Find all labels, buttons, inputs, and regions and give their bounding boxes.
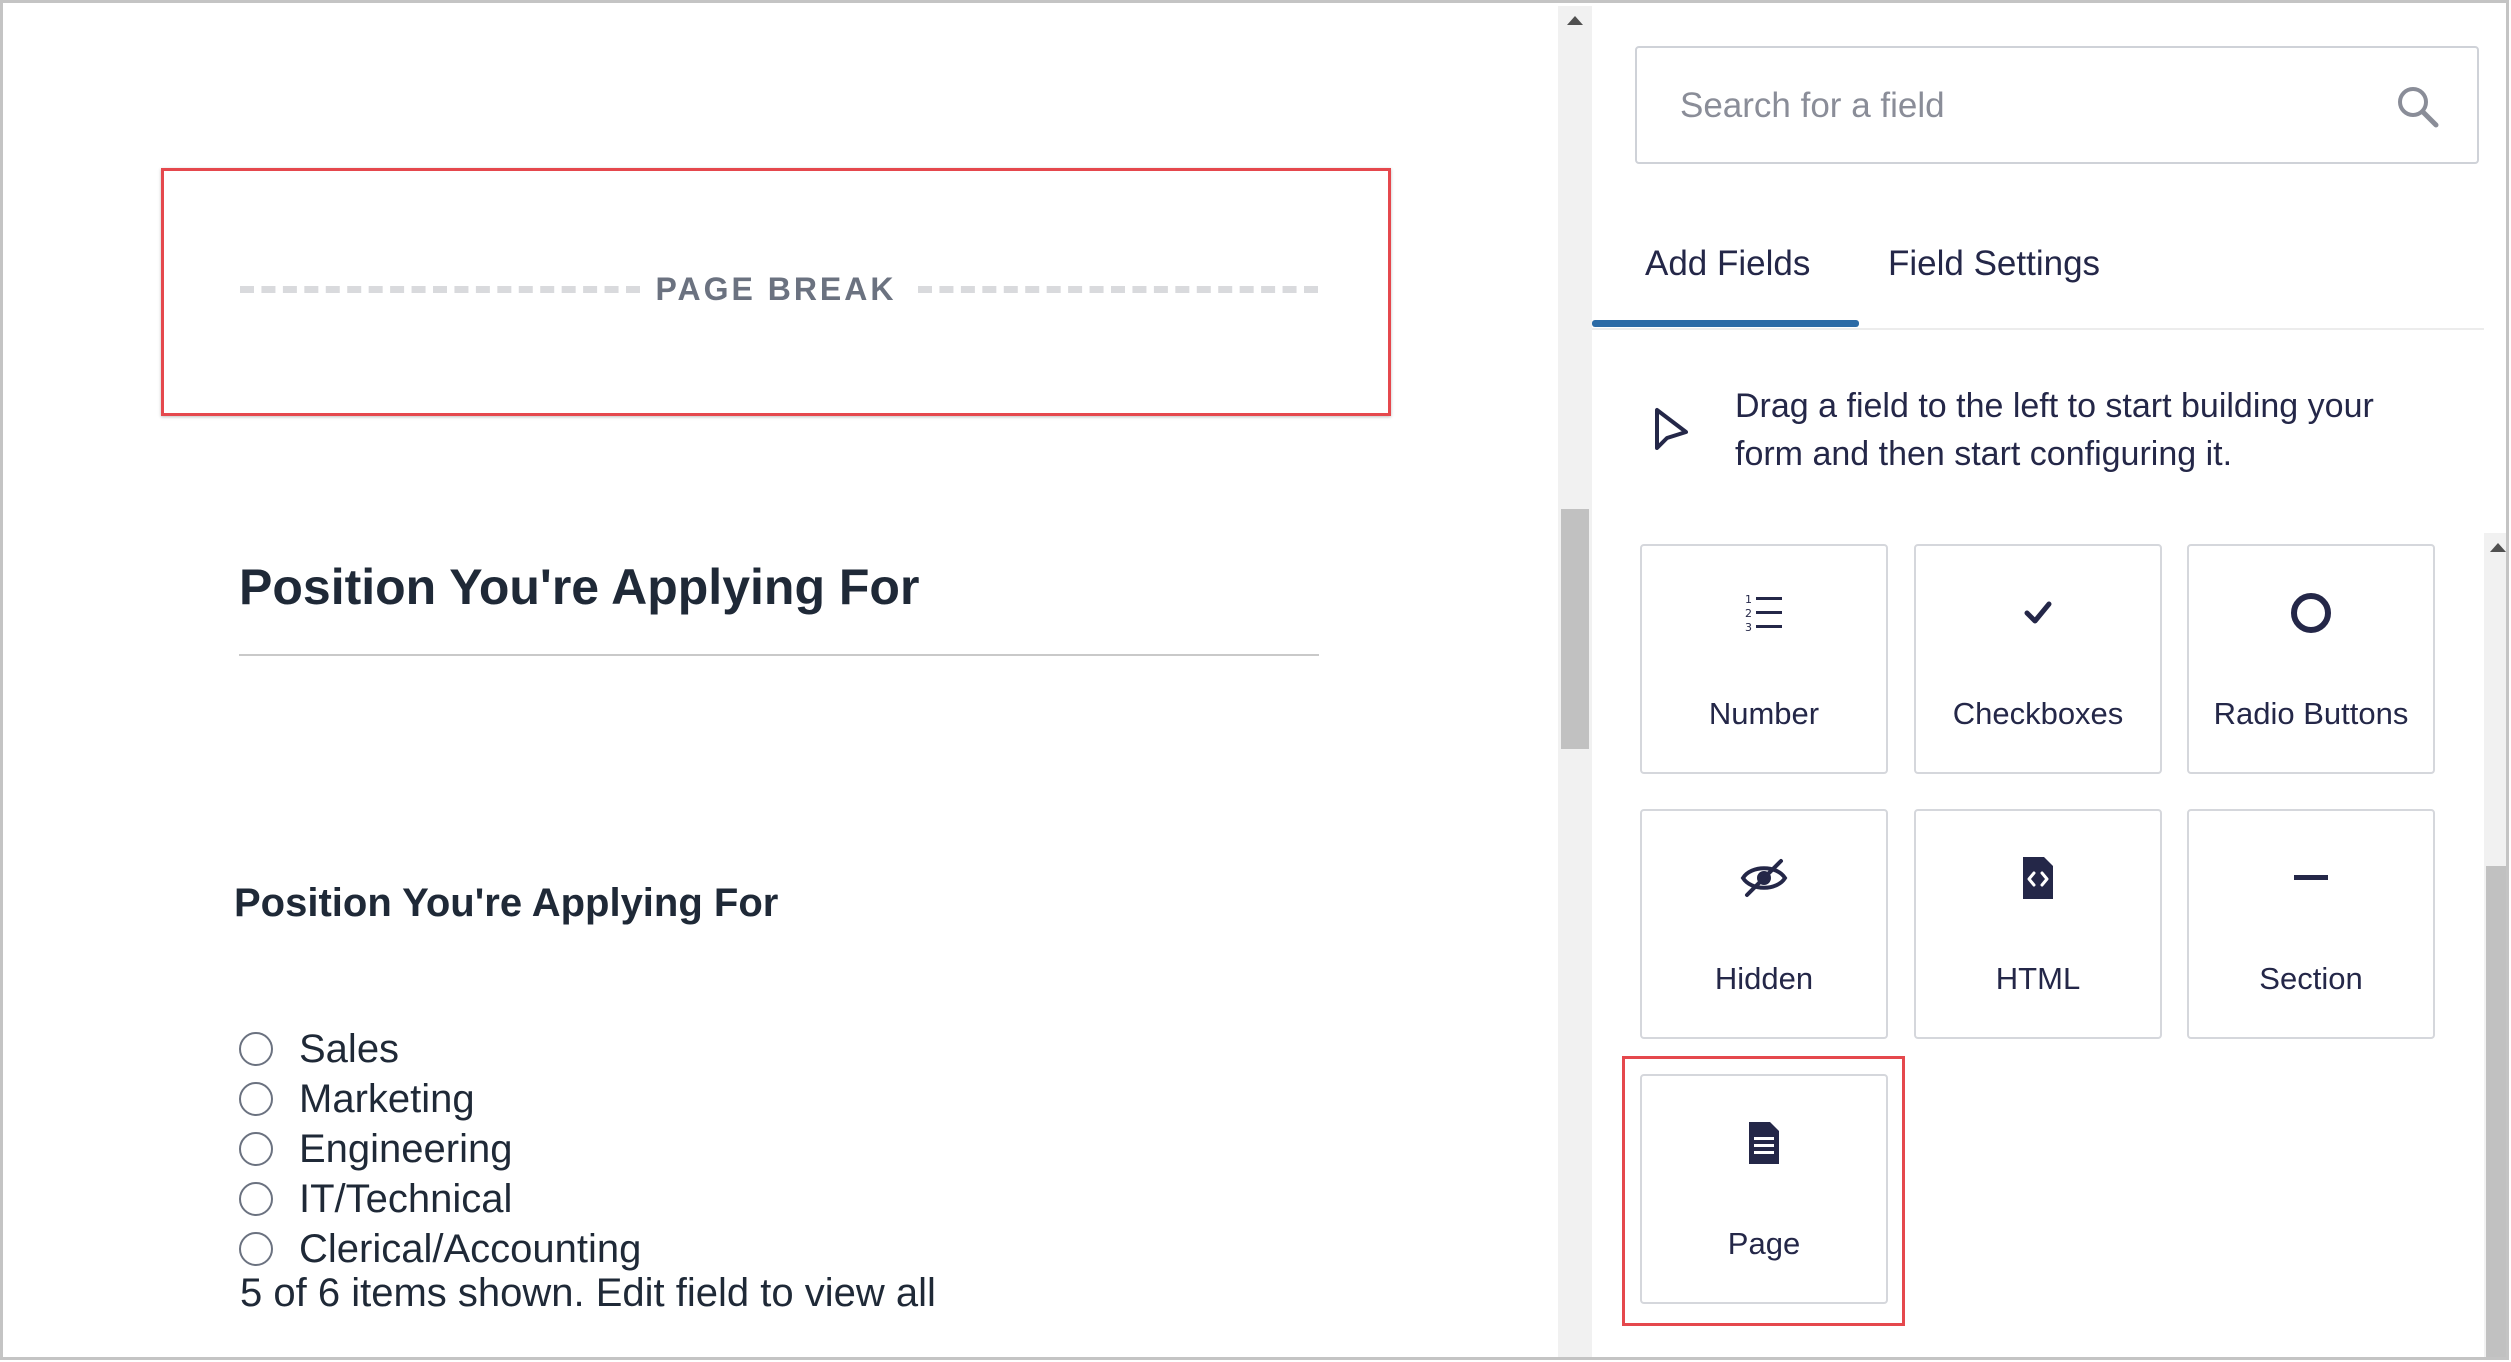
tab-field-settings[interactable]: Field Settings [1888,244,2100,284]
tile-label: Hidden [1714,961,1814,996]
field-tile-hidden[interactable]: Hidden [1640,809,1888,1039]
choice-item[interactable]: Clerical/Accounting [239,1224,641,1274]
radio-button[interactable] [239,1132,273,1166]
items-shown-note: 5 of 6 items shown. Edit field to view a… [240,1271,936,1315]
radio-button[interactable] [239,1182,273,1216]
radio-button[interactable] [239,1232,273,1266]
form-canvas: PAGE BREAK Position You're Applying For … [6,6,1558,1357]
tile-label: Section [2259,961,2363,996]
section-title[interactable]: Position You're Applying For [239,558,919,616]
choice-item[interactable]: Marketing [239,1074,641,1124]
field-tile-checkboxes[interactable]: Checkboxes [1914,544,2162,774]
field-tile-section[interactable]: Section [2187,809,2435,1039]
tile-label: Checkboxes [1952,696,2124,731]
field-tile-radio-buttons[interactable]: Radio Buttons [2187,544,2435,774]
section-divider [239,654,1319,656]
scrollbar-thumb[interactable] [1561,509,1589,749]
svg-text:1: 1 [1745,593,1752,606]
checkmark-icon [2024,601,2052,624]
search-icon[interactable] [2395,84,2439,128]
choice-label: Marketing [299,1076,475,1121]
radio-choice-list[interactable]: Sales Marketing Engineering IT/Technical… [239,1024,641,1274]
cursor-arrow-icon [1655,408,1688,450]
svg-text:2: 2 [1745,607,1752,620]
choice-item[interactable]: Sales [239,1024,641,1074]
canvas-scrollbar[interactable] [1558,6,1592,1357]
tile-label: Page [1727,1226,1801,1261]
eye-slash-icon [1740,859,1788,897]
field-sidebar: Search for a field Add Fields Field Sett… [1592,6,2484,1357]
sidebar-scrollbar[interactable] [2484,533,2506,1357]
choice-label: Sales [299,1026,400,1071]
document-icon [1749,1122,1779,1164]
choice-item[interactable]: Engineering [239,1124,641,1174]
code-file-icon [2023,857,2053,899]
radio-button[interactable] [239,1082,273,1116]
page-break-line-right [918,286,1318,293]
field-tile-page[interactable]: Page [1640,1074,1888,1304]
scroll-up-arrow-icon[interactable] [2490,543,2506,552]
field-tile-number[interactable]: 1 2 3 Number [1640,544,1888,774]
choice-label: Clerical/Accounting [299,1226,642,1271]
radio-field-label[interactable]: Position You're Applying For [234,881,778,926]
search-field[interactable]: Search for a field [1635,46,2479,164]
radio-circle-icon [2291,593,2331,633]
svg-text:3: 3 [1745,621,1752,634]
choice-label: Engineering [299,1126,513,1171]
field-tile-html[interactable]: HTML [1914,809,2162,1039]
tile-label: Number [1708,696,1820,731]
choice-item[interactable]: IT/Technical [239,1174,641,1224]
tab-add-fields[interactable]: Add Fields [1645,244,1810,284]
minus-icon [2294,875,2328,880]
drag-hint-text: Drag a field to the left to start buildi… [1735,387,2374,473]
scrollbar-thumb[interactable] [2486,866,2506,1357]
choice-label: IT/Technical [299,1176,513,1221]
search-input[interactable]: Search for a field [1680,86,1945,126]
page-break-field[interactable]: PAGE BREAK [161,168,1391,416]
tile-label: Radio Buttons [2213,696,2409,731]
tile-label: HTML [1995,961,2081,996]
active-tab-indicator [1592,320,1859,327]
scroll-up-arrow-icon[interactable] [1567,16,1583,25]
numbered-list-icon: 1 2 3 [1745,593,1782,634]
radio-button[interactable] [239,1032,273,1066]
form-editor-window: PAGE BREAK Position You're Applying For … [0,0,2509,1360]
sidebar-tabs: Add Fields Field Settings [1592,216,2484,330]
